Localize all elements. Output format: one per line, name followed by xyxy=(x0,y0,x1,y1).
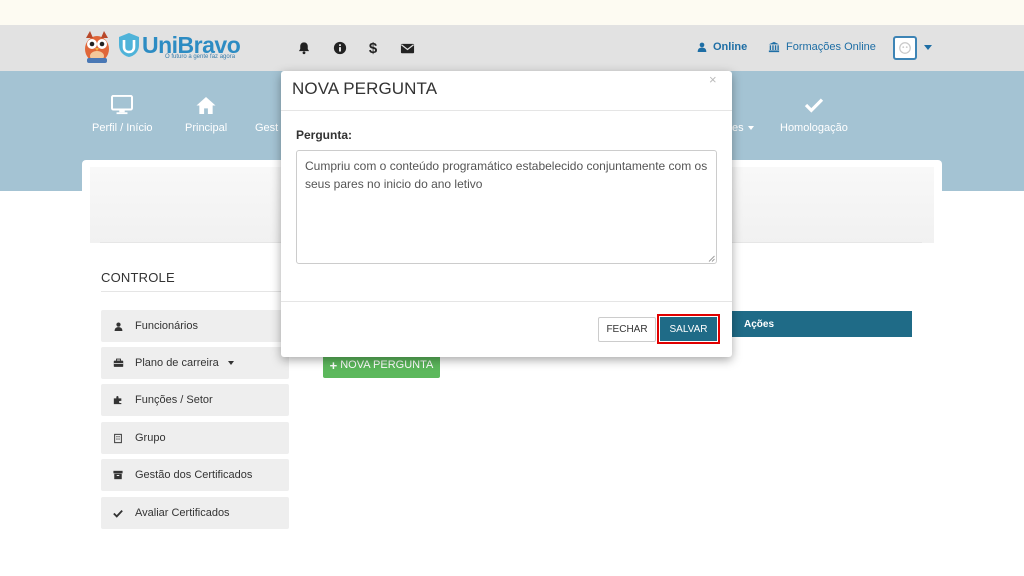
fechar-button[interactable]: FECHAR xyxy=(598,317,656,342)
close-icon[interactable]: × xyxy=(709,72,717,87)
envelope-icon[interactable] xyxy=(399,40,415,56)
nav-item-gestao[interactable]: Gest xyxy=(255,122,278,134)
question-textarea[interactable]: Cumpriu com o conteúdo programático esta… xyxy=(296,150,717,264)
brand-tagline: O futuro a gente faz agora xyxy=(165,54,236,60)
briefcase-icon xyxy=(111,358,125,368)
owl-mascot-icon xyxy=(85,31,109,63)
sidebar-item-funcoes-setor[interactable]: Funções / Setor xyxy=(101,384,289,416)
info-icon[interactable] xyxy=(332,40,348,56)
resize-grip-icon[interactable] xyxy=(708,255,715,262)
unibravo-logo[interactable]: UniBravo O futuro a gente faz agora xyxy=(82,30,252,66)
archive-icon xyxy=(111,470,125,480)
divider xyxy=(281,301,732,302)
online-status-link[interactable]: Online xyxy=(697,41,747,53)
plus-icon: + xyxy=(329,357,338,373)
sidebar-item-funcionarios[interactable]: Funcionários xyxy=(101,310,289,342)
divider xyxy=(101,291,289,292)
shield-logo-icon xyxy=(119,33,139,57)
sidebar-item-grupo[interactable]: Grupo xyxy=(101,422,289,454)
question-field-label: Pergunta: xyxy=(296,128,353,142)
check-icon xyxy=(111,509,125,518)
sidebar-item-plano-de-carreira[interactable]: Plano de carreira xyxy=(101,347,289,379)
table-header-actions: Ações xyxy=(730,311,912,337)
section-title: CONTROLE xyxy=(101,270,175,285)
new-question-modal: NOVA PERGUNTA × Pergunta: Cumpriu com o … xyxy=(281,71,732,357)
puzzle-icon xyxy=(111,395,125,405)
nav-item-principal[interactable]: Principal xyxy=(185,94,227,134)
modal-title: NOVA PERGUNTA xyxy=(292,79,438,98)
divider xyxy=(281,110,732,111)
nav-item-homologacao[interactable]: Homologação xyxy=(780,94,848,134)
dollar-icon[interactable]: $ xyxy=(365,40,381,57)
sidebar-item-avaliar-certificados[interactable]: Avaliar Certificados xyxy=(101,497,289,529)
nav-item-dropdown[interactable]: es xyxy=(732,122,754,134)
user-icon xyxy=(111,322,125,331)
chevron-down-icon xyxy=(747,126,754,130)
sidebar-item-gestao-certificados[interactable]: Gestão dos Certificados xyxy=(101,459,289,491)
building-icon xyxy=(111,433,125,444)
browser-top-strip xyxy=(0,0,1024,25)
institution-icon xyxy=(768,41,780,53)
nav-item-perfil-inicio[interactable]: Perfil / Início xyxy=(92,94,153,134)
bell-icon[interactable] xyxy=(296,40,312,56)
chevron-down-icon xyxy=(227,361,234,365)
user-icon xyxy=(697,42,707,52)
user-menu-caret-icon[interactable] xyxy=(924,45,932,50)
check-icon xyxy=(804,94,824,116)
home-icon xyxy=(195,94,217,116)
formacoes-online-link[interactable]: Formações Online xyxy=(768,41,876,53)
monitor-icon xyxy=(110,94,134,116)
user-avatar-icon[interactable] xyxy=(893,36,917,60)
salvar-button[interactable]: SALVAR xyxy=(660,317,717,341)
